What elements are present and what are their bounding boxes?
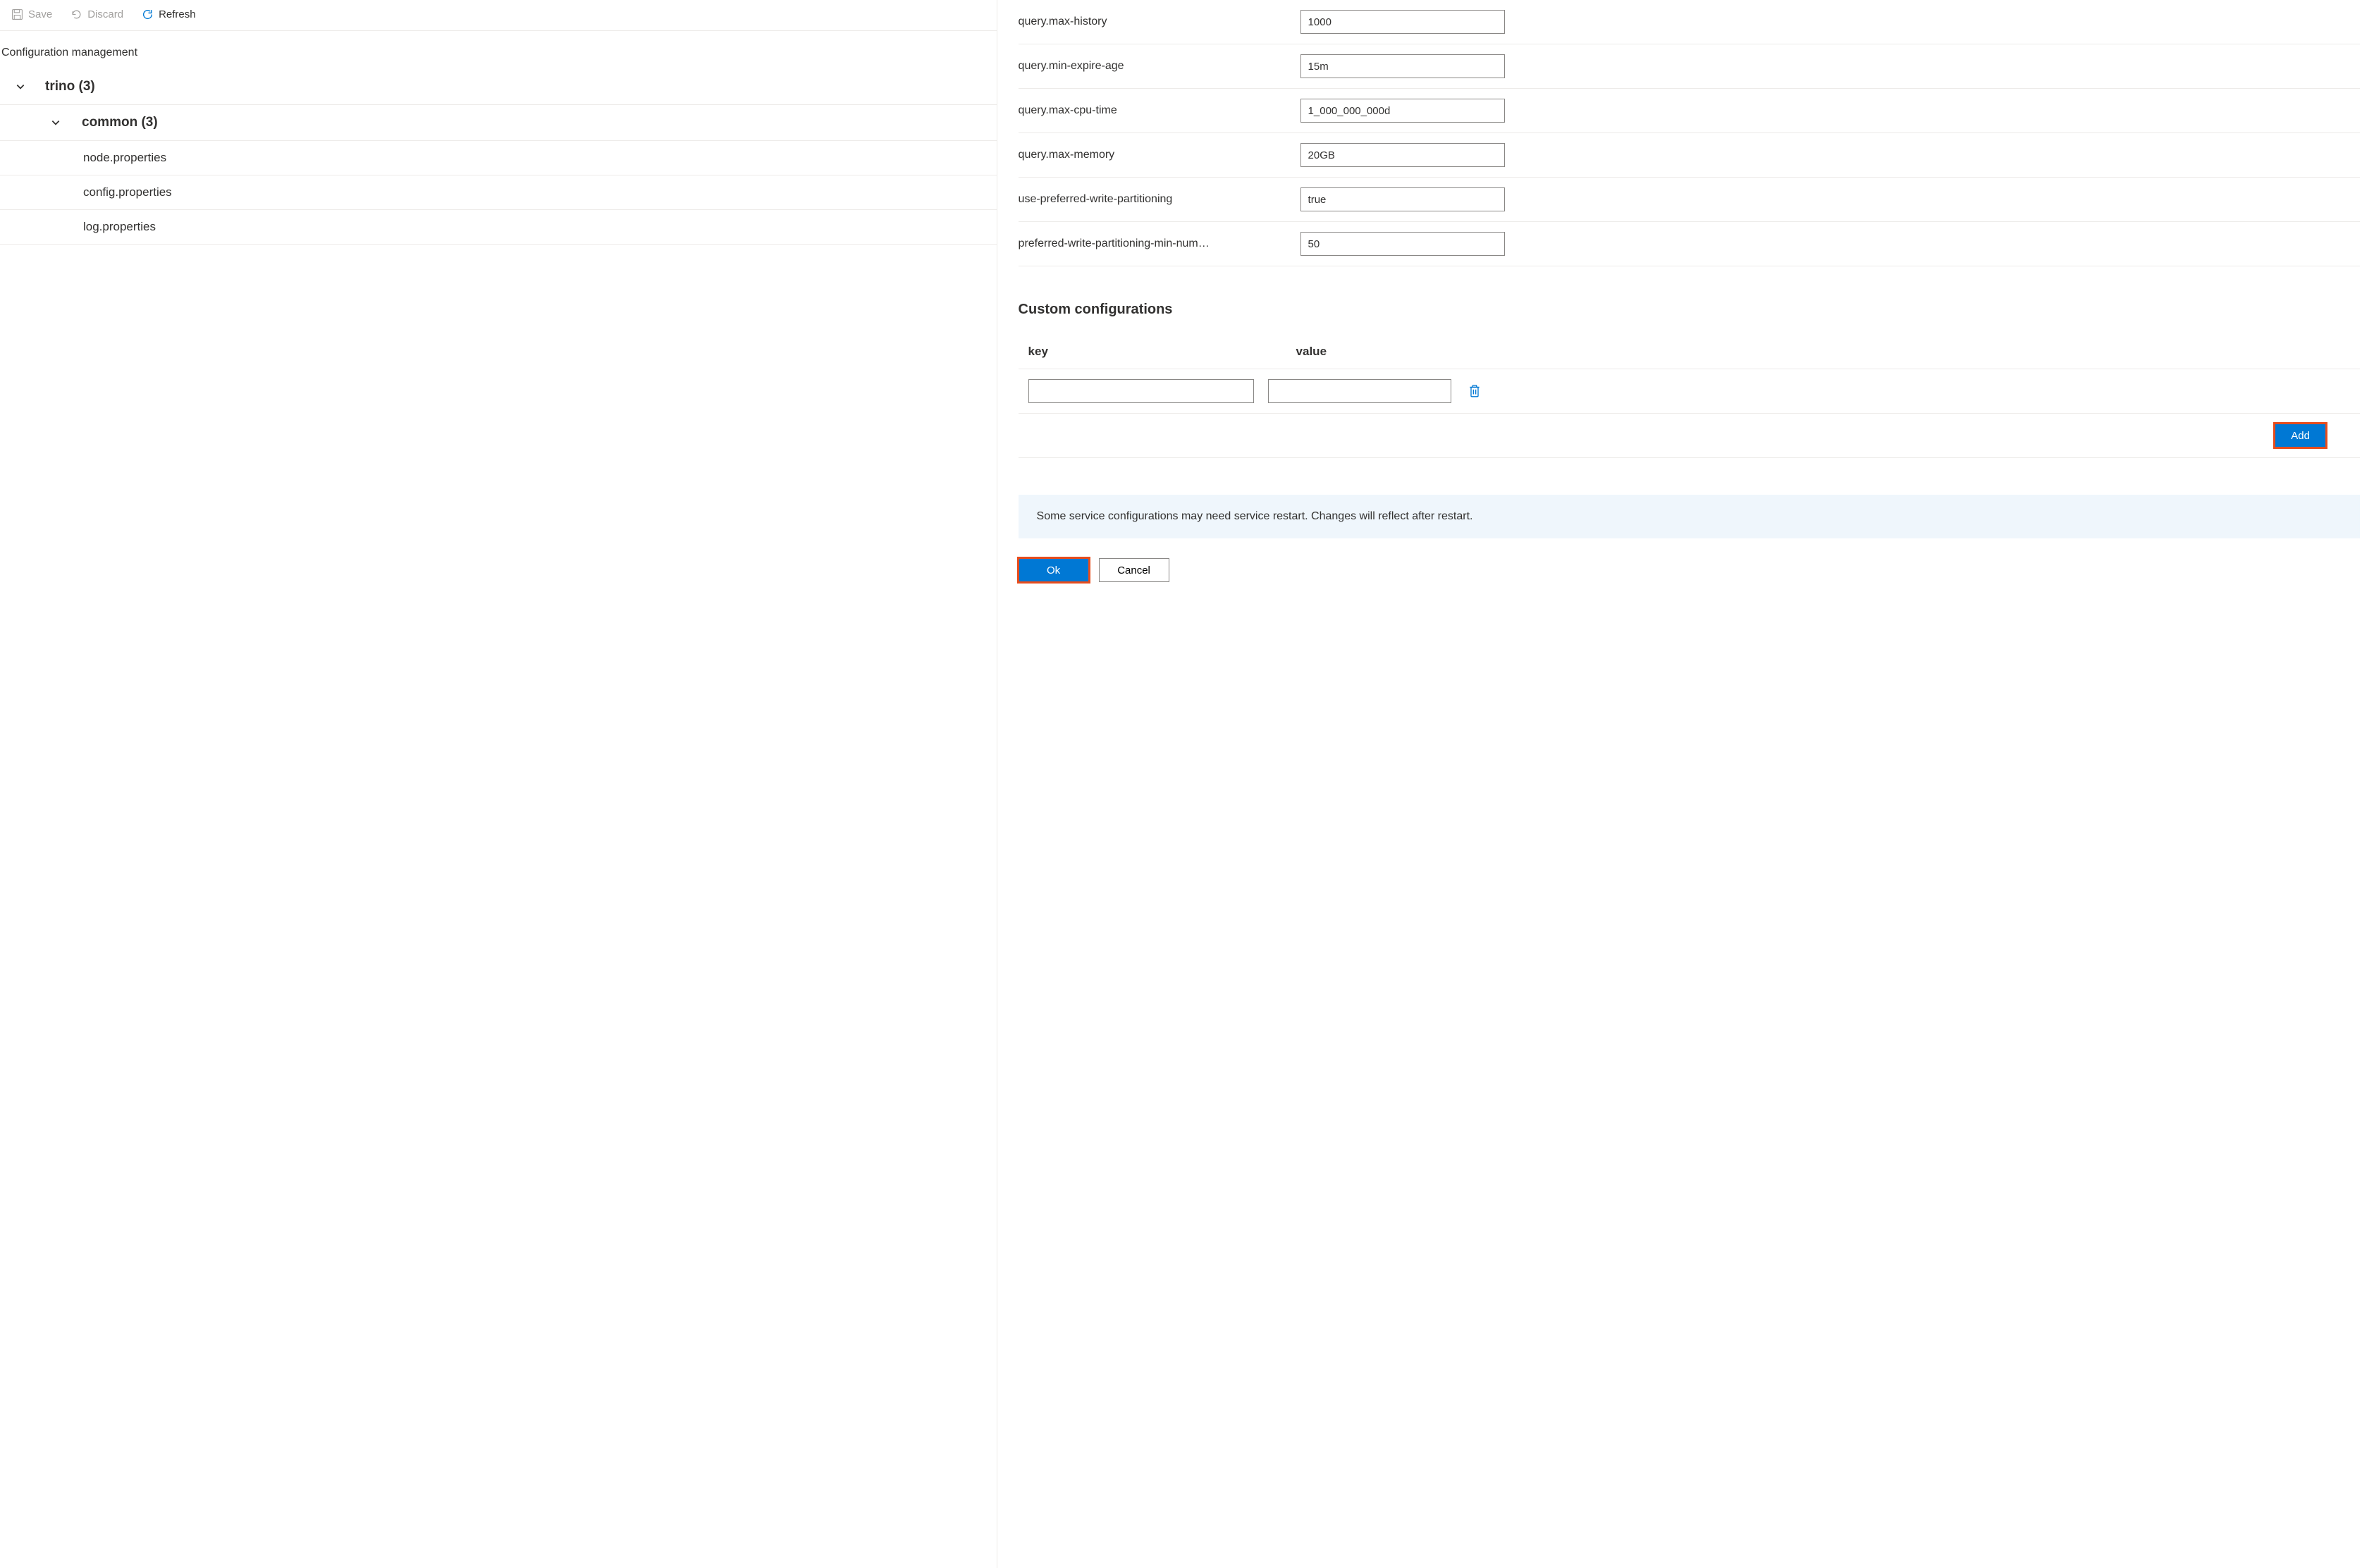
custom-key-input[interactable] — [1028, 379, 1254, 403]
config-value-input[interactable] — [1300, 187, 1505, 211]
refresh-button[interactable]: Refresh — [139, 7, 199, 22]
custom-configurations-title: Custom configurations — [1019, 302, 2360, 318]
config-value-input[interactable] — [1300, 54, 1505, 78]
tree-group-common[interactable]: common (3) — [0, 105, 997, 141]
config-key: preferred-write-partitioning-min-num… — [1019, 237, 1286, 250]
tree-group-label: common (3) — [82, 115, 158, 130]
config-value-input[interactable] — [1300, 10, 1505, 34]
config-value-input[interactable] — [1300, 99, 1505, 123]
cancel-button[interactable]: Cancel — [1099, 558, 1169, 582]
tree-item-config-properties[interactable]: config.properties — [0, 175, 997, 210]
config-value-input[interactable] — [1300, 232, 1505, 256]
config-row: use-preferred-write-partitioning — [1019, 178, 2360, 222]
toolbar: Save Discard Refresh — [0, 0, 997, 31]
config-key: query.max-memory — [1019, 149, 1286, 161]
save-label: Save — [28, 8, 52, 20]
left-panel: Save Discard Refresh Configuration manag… — [0, 0, 997, 1568]
config-row: preferred-write-partitioning-min-num… — [1019, 222, 2360, 266]
section-title: Configuration management — [0, 31, 997, 69]
add-row-container: Add — [1019, 414, 2360, 458]
custom-value-input[interactable] — [1268, 379, 1451, 403]
tree-item-label: config.properties — [83, 185, 172, 199]
right-panel: query.max-history query.min-expire-age q… — [997, 0, 2374, 1568]
config-row: query.max-cpu-time — [1019, 89, 2360, 133]
config-key: query.max-history — [1019, 16, 1286, 28]
config-tree: trino (3) common (3) node.properties con… — [0, 69, 997, 1568]
chevron-down-icon — [16, 82, 25, 92]
undo-icon — [70, 8, 82, 20]
delete-row-button[interactable] — [1465, 381, 1484, 401]
tree-item-log-properties[interactable]: log.properties — [0, 210, 997, 245]
config-row: query.min-expire-age — [1019, 44, 2360, 89]
custom-configurations-section: Custom configurations key value Add — [1019, 302, 2360, 458]
config-row: query.max-memory — [1019, 133, 2360, 178]
action-row: Ok Cancel — [1019, 558, 2360, 582]
custom-config-row — [1019, 369, 2360, 414]
tree-item-label: log.properties — [83, 220, 156, 234]
refresh-label: Refresh — [159, 8, 196, 20]
tree-root-trino[interactable]: trino (3) — [0, 69, 997, 105]
header-key: key — [1028, 345, 1282, 359]
chevron-down-icon — [51, 118, 61, 128]
info-message: Some service configurations may need ser… — [1019, 495, 2360, 538]
custom-table-header: key value — [1019, 338, 2360, 369]
save-button[interactable]: Save — [8, 7, 55, 22]
add-button[interactable]: Add — [2275, 424, 2326, 447]
config-key: use-preferred-write-partitioning — [1019, 193, 1286, 206]
ok-button[interactable]: Ok — [1019, 558, 1089, 582]
refresh-icon — [142, 8, 154, 20]
header-value: value — [1296, 345, 2360, 359]
discard-label: Discard — [87, 8, 123, 20]
config-row: query.max-history — [1019, 0, 2360, 44]
config-key: query.min-expire-age — [1019, 60, 1286, 73]
tree-root-label: trino (3) — [45, 79, 95, 94]
trash-icon — [1468, 384, 1481, 398]
save-icon — [11, 8, 23, 20]
tree-item-node-properties[interactable]: node.properties — [0, 141, 997, 175]
config-value-input[interactable] — [1300, 143, 1505, 167]
discard-button[interactable]: Discard — [68, 7, 126, 22]
tree-item-label: node.properties — [83, 151, 166, 165]
config-key: query.max-cpu-time — [1019, 104, 1286, 117]
